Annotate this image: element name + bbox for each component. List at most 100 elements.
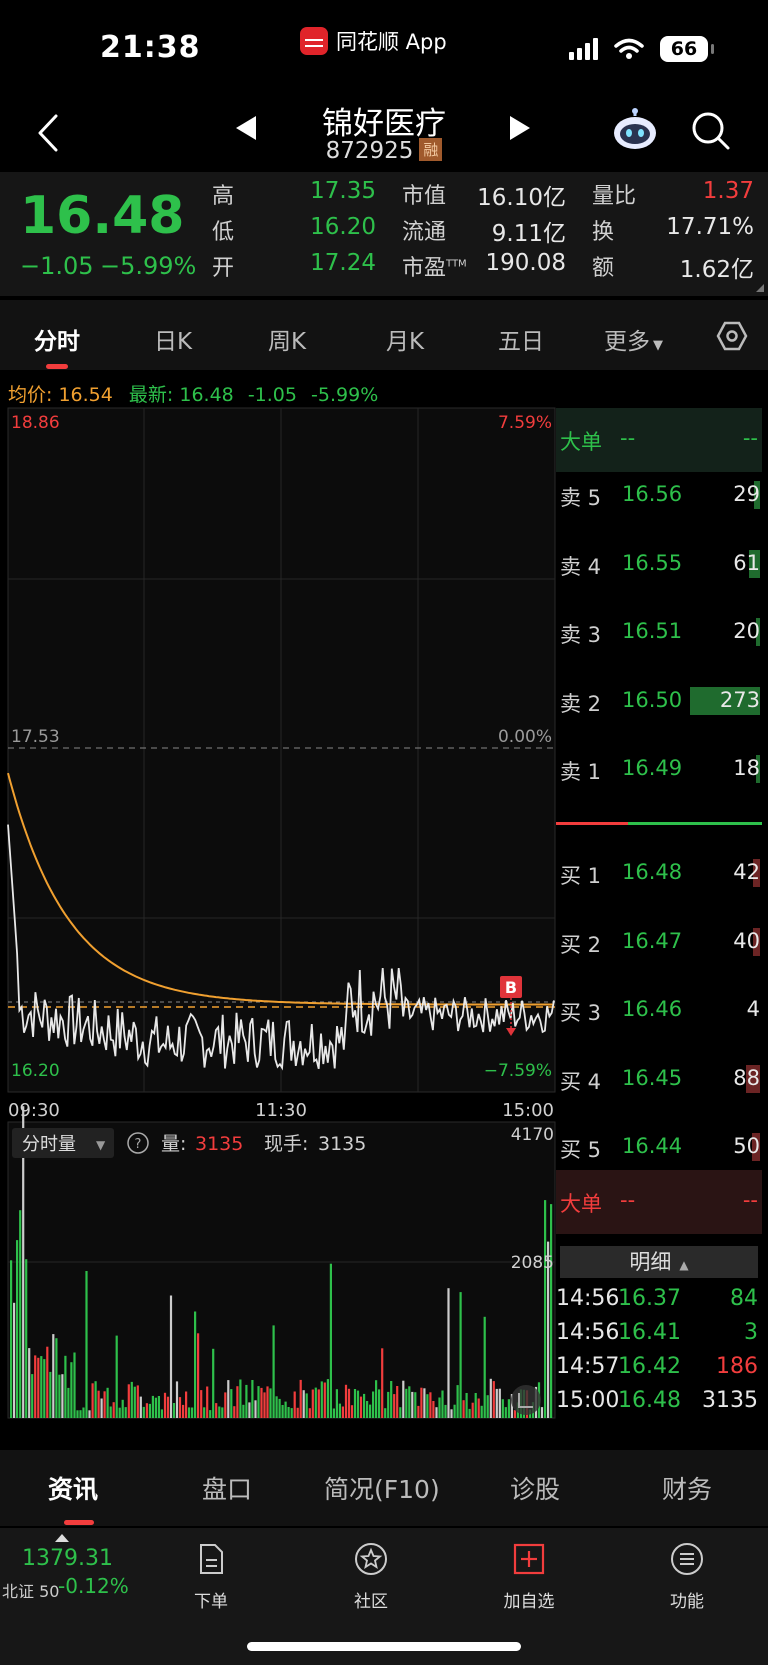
- fullscreen-icon[interactable]: [511, 1385, 541, 1415]
- volume-bar: [420, 1387, 423, 1418]
- next-stock-button[interactable]: [510, 116, 530, 140]
- volume-bar: [61, 1374, 64, 1418]
- volume-bar: [136, 1385, 139, 1418]
- bid-row[interactable]: 买 3 16.46 4: [556, 989, 762, 1029]
- bid-row[interactable]: 买 5 16.44 50: [556, 1126, 762, 1166]
- search-icon[interactable]: [690, 110, 732, 152]
- document-icon: [200, 1544, 223, 1574]
- status-time: 21:38: [100, 30, 201, 65]
- ask-row[interactable]: 卖 2 16.50 273: [556, 680, 762, 720]
- volume-bar: [272, 1325, 275, 1418]
- volume-bar: [456, 1385, 459, 1418]
- settings-hexagon-icon[interactable]: [716, 320, 748, 352]
- volume-bar: [293, 1391, 296, 1418]
- functions-button[interactable]: 功能: [642, 1542, 732, 1612]
- volume-bar: [414, 1392, 417, 1418]
- bid-ask-ratio-red: [556, 822, 628, 825]
- volume-bar: [287, 1407, 290, 1418]
- intraday-chart[interactable]: 18.86 7.59% 17.53 0.00% 16.20 −7.59% B 0…: [0, 406, 556, 1422]
- tab-daily-k[interactable]: 日K: [154, 322, 192, 356]
- volume-bar: [317, 1389, 320, 1418]
- volume-bar: [435, 1407, 438, 1418]
- volume-bar: [70, 1362, 73, 1418]
- expand-corner-icon[interactable]: [756, 284, 764, 292]
- bid-row[interactable]: 买 2 16.47 40: [556, 921, 762, 961]
- tab-monthly-k[interactable]: 月K: [386, 322, 424, 356]
- community-button[interactable]: 社区: [326, 1542, 416, 1612]
- volume-bar: [200, 1390, 203, 1418]
- volume-bar: [79, 1410, 82, 1418]
- big-order-b: --: [742, 426, 758, 450]
- bid-row[interactable]: 买 1 16.48 42: [556, 852, 762, 892]
- tab-intraday[interactable]: 分时: [34, 322, 80, 356]
- ask-volume: 29: [733, 482, 760, 506]
- volume-bar: [350, 1405, 354, 1418]
- volume-bar: [224, 1392, 227, 1418]
- volume-bar: [501, 1399, 504, 1418]
- volume-bar: [73, 1352, 76, 1418]
- volume-bar: [188, 1407, 191, 1418]
- volume-bar: [356, 1390, 360, 1418]
- period-tabs: 分时 日K 周K 月K 五日 更多 ▼: [0, 300, 768, 370]
- stock-header: 锦好医疗 872925 融: [0, 90, 768, 172]
- vratio-value: 1.37: [702, 178, 754, 204]
- tab-weekly-k[interactable]: 周K: [268, 322, 306, 356]
- assistant-robot-icon[interactable]: [612, 108, 658, 152]
- volume-bar: [513, 1410, 516, 1418]
- volume-bar: [468, 1408, 471, 1418]
- tab-news[interactable]: 资讯: [48, 1470, 98, 1506]
- trade-volume: 3: [744, 1320, 758, 1345]
- bid-price: 16.48: [622, 860, 683, 884]
- price-change: −1.05: [20, 252, 94, 280]
- volume-bar: [203, 1407, 206, 1418]
- big-order-top: 大单 -- --: [556, 408, 762, 472]
- volume-bar: [447, 1288, 450, 1418]
- ask-row[interactable]: 卖 1 16.49 18: [556, 748, 762, 788]
- ask-row[interactable]: 卖 4 16.55 61: [556, 543, 762, 583]
- tab-market-depth[interactable]: 盘口: [202, 1470, 252, 1506]
- ask-price: 16.51: [622, 619, 683, 643]
- ask-price: 16.49: [622, 756, 683, 780]
- big-order-bottom: 大单 -- --: [556, 1170, 762, 1234]
- volume-selector-label: 分时量: [22, 1134, 76, 1155]
- volume-bar: [233, 1406, 236, 1418]
- volume-bar: [133, 1386, 136, 1418]
- vratio-label: 量比: [592, 184, 637, 209]
- volume-bar: [444, 1404, 447, 1418]
- big-order2-a: --: [620, 1188, 636, 1212]
- detail-header[interactable]: 明细 ▲: [560, 1246, 758, 1278]
- volume-bar: [402, 1380, 405, 1418]
- volume-bar: [471, 1402, 474, 1418]
- volume-bar: [507, 1399, 510, 1418]
- volume-bar: [462, 1400, 465, 1418]
- active-tab-indicator: [46, 364, 68, 369]
- volume-bar: [363, 1393, 366, 1418]
- ask-label: 卖 5: [560, 486, 602, 510]
- bid-row[interactable]: 买 4 16.45 88: [556, 1058, 762, 1098]
- tab-financials[interactable]: 财务: [662, 1470, 712, 1506]
- open-label: 开: [212, 256, 235, 281]
- ask-row[interactable]: 卖 3 16.51 20: [556, 611, 762, 651]
- index-ticker[interactable]: 1379.31 北证 50 -0.12%: [0, 1534, 150, 1614]
- volume-bar: [290, 1408, 293, 1418]
- volume-bar: [429, 1392, 432, 1418]
- functions-label: 功能: [670, 1592, 704, 1612]
- volume-bar: [305, 1393, 308, 1418]
- tab-five-day[interactable]: 五日: [498, 322, 544, 356]
- volume-bar: [311, 1389, 314, 1418]
- volume-bar: [369, 1404, 372, 1418]
- volume-bar: [46, 1346, 49, 1418]
- ask-price: 16.50: [622, 687, 683, 712]
- volume-bar: [109, 1406, 112, 1418]
- home-indicator[interactable]: [247, 1642, 521, 1651]
- order-button[interactable]: 下单: [166, 1542, 256, 1612]
- add-watchlist-button[interactable]: 加自选: [484, 1542, 574, 1612]
- ask-row[interactable]: 卖 5 16.56 29: [556, 474, 762, 514]
- volume-bar: [278, 1398, 281, 1418]
- tab-diagnosis[interactable]: 诊股: [510, 1470, 560, 1506]
- turnover-label: 换: [592, 220, 615, 245]
- volume-bar: [254, 1400, 257, 1418]
- tab-more[interactable]: 更多 ▼: [604, 322, 663, 356]
- volume-bar: [296, 1407, 299, 1418]
- tab-profile-f10[interactable]: 简况(F10): [324, 1470, 440, 1506]
